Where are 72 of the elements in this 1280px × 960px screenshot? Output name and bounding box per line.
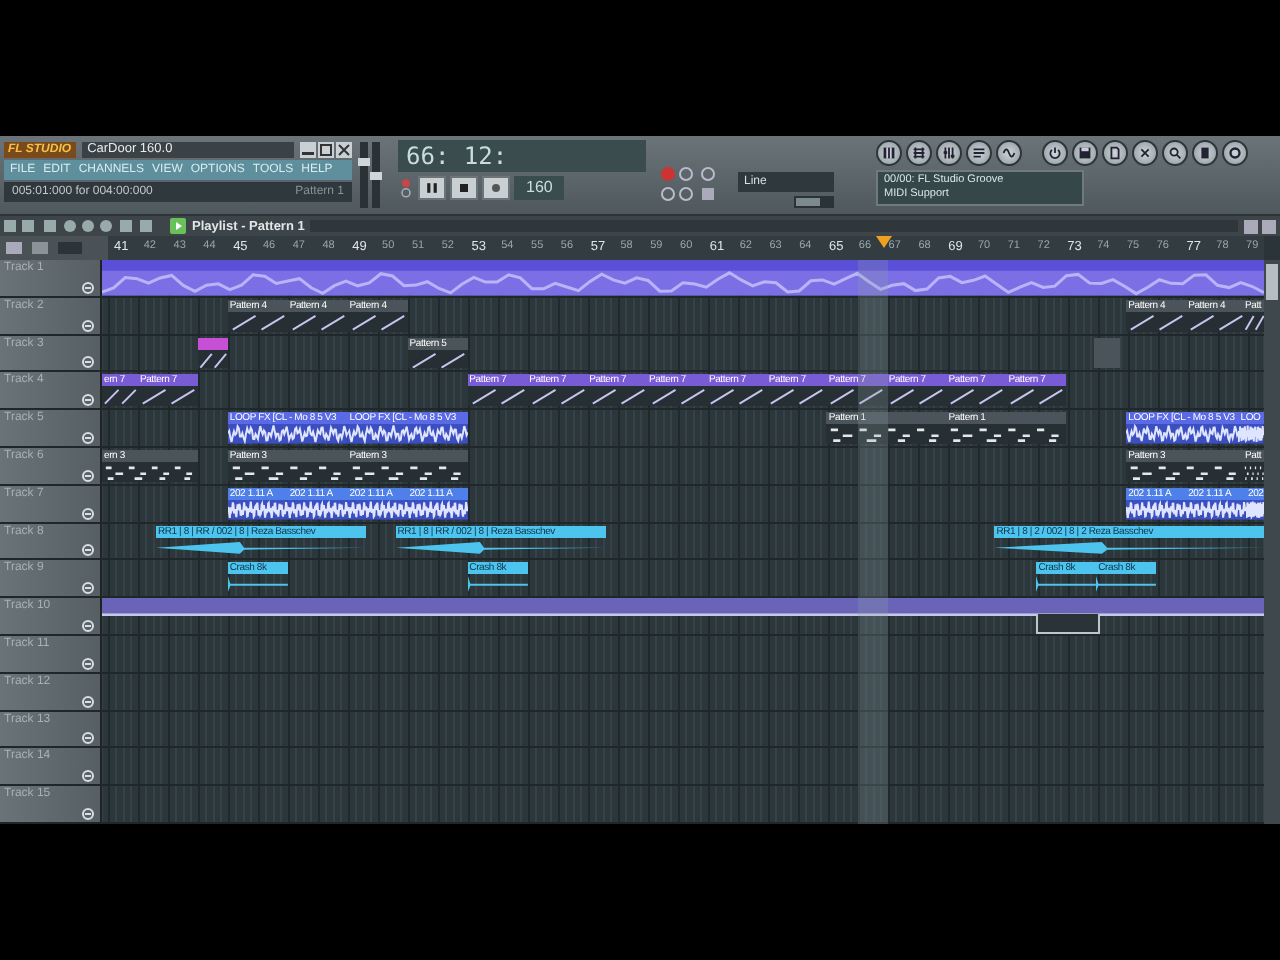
- ramp-drawing: [347, 311, 408, 332]
- cross-icon[interactable]: [1132, 140, 1158, 166]
- track-mute-icon[interactable]: [80, 657, 96, 670]
- ring-icon[interactable]: [1222, 140, 1248, 166]
- ramp-drawing: [766, 386, 827, 407]
- track-mute-icon[interactable]: [80, 281, 96, 294]
- track-mute-icon[interactable]: [80, 807, 96, 820]
- track-mute-icon[interactable]: [80, 619, 96, 632]
- ramp-drawing: [527, 386, 588, 407]
- waveform-drawing: [347, 424, 468, 444]
- track-mute-icon[interactable]: [80, 544, 96, 557]
- snap-icon[interactable]: [4, 240, 84, 256]
- ramp-drawing: [1006, 386, 1067, 407]
- track-mute-icon[interactable]: [80, 394, 96, 407]
- record-button[interactable]: [482, 176, 510, 200]
- play-button[interactable]: [418, 176, 446, 200]
- disk-icon[interactable]: [1072, 140, 1098, 166]
- ramp-drawing: [647, 386, 707, 407]
- playlist-menu-icon[interactable]: [170, 218, 186, 234]
- piano-keys-icon[interactable]: [876, 140, 902, 166]
- track-mute-icon[interactable]: [80, 356, 96, 369]
- tempo-display[interactable]: 160: [514, 176, 565, 200]
- level-meter-icon: [794, 196, 834, 208]
- slider-thumb[interactable]: [358, 158, 370, 166]
- track-mute-icon[interactable]: [80, 319, 96, 332]
- slider-thumb[interactable]: [370, 172, 382, 180]
- vertical-scrollbar[interactable]: [1264, 260, 1280, 824]
- ramp-drawing: [227, 311, 288, 332]
- record-icon: [486, 180, 506, 196]
- document-icon[interactable]: [1102, 140, 1128, 166]
- wave-icon[interactable]: [996, 140, 1022, 166]
- stop-button[interactable]: [450, 176, 478, 200]
- power-icon[interactable]: [1042, 140, 1068, 166]
- waveform-drawing: [227, 424, 348, 444]
- ramp-drawing: [1126, 311, 1187, 332]
- pause-icon: [422, 180, 442, 196]
- waveform-drawing: [227, 499, 288, 520]
- track-mute-icon[interactable]: [80, 507, 96, 520]
- list-icon[interactable]: [966, 140, 992, 166]
- window-buttons-icon[interactable]: [300, 141, 352, 157]
- ramp-drawing: [287, 311, 348, 332]
- sliders-icon[interactable]: [936, 140, 962, 166]
- selection-box[interactable]: [1036, 614, 1101, 634]
- grid-icon[interactable]: [906, 140, 932, 166]
- stop-icon: [454, 180, 474, 196]
- waveform-drawing: [1126, 499, 1187, 520]
- track-mute-icon[interactable]: [80, 695, 96, 708]
- track-mute-icon[interactable]: [80, 770, 96, 783]
- page-icon[interactable]: [1192, 140, 1218, 166]
- ramp-drawing: [467, 386, 528, 407]
- ramp-drawing: [706, 386, 767, 407]
- ramp-drawing: [407, 349, 468, 369]
- step-pattern-drawing: [102, 461, 198, 482]
- audio-clip[interactable]: [102, 260, 1264, 296]
- pattern-song-switch-icon[interactable]: [398, 176, 414, 200]
- ramp-drawing: [197, 349, 228, 369]
- track-mute-icon[interactable]: [80, 431, 96, 444]
- pattern-clip[interactable]: [197, 337, 228, 369]
- ramp-drawing: [587, 386, 648, 407]
- pattern-clip[interactable]: [1093, 337, 1121, 369]
- ramp-drawing: [946, 386, 1007, 407]
- master-volume-slider[interactable]: [360, 142, 368, 208]
- master-pitch-slider[interactable]: [372, 142, 380, 208]
- track-mute-icon[interactable]: [80, 732, 96, 745]
- ramp-drawing: [826, 386, 887, 407]
- time-display: 66: 12:: [398, 140, 646, 172]
- search-icon[interactable]: [1162, 140, 1188, 166]
- track-mute-icon[interactable]: [80, 469, 96, 482]
- window-buttons-icon[interactable]: [1244, 219, 1276, 233]
- ramp-drawing: [886, 386, 947, 407]
- track-mute-icon[interactable]: [80, 582, 96, 595]
- automation-clip[interactable]: [102, 598, 1264, 617]
